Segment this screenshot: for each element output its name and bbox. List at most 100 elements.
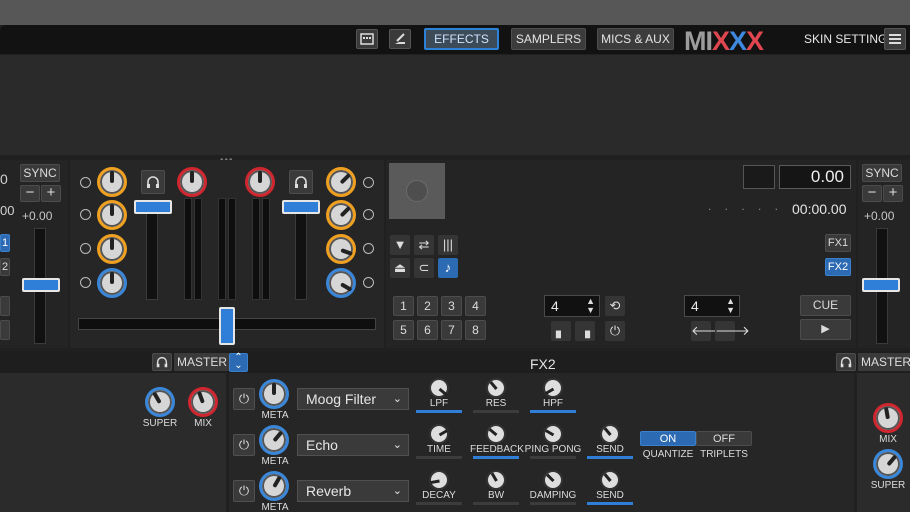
deck-right-fx1-button[interactable]: FX1 <box>825 234 851 252</box>
fx-right-mix-knob[interactable] <box>873 403 903 433</box>
deck-right-play-button[interactable]: ▶ <box>800 319 851 340</box>
hotcue-1-button[interactable]: 1 <box>393 296 414 316</box>
vinyl-control-button[interactable] <box>389 29 411 49</box>
ch2-eq-kill-high[interactable] <box>363 177 374 188</box>
deck-right-beatgrid-button[interactable]: ||| <box>438 235 458 255</box>
deck-right-fx2-button[interactable]: FX2 <box>825 258 851 276</box>
reloop-button[interactable]: ⏻ <box>605 321 625 341</box>
effect2-param-time-knob[interactable] <box>429 424 449 444</box>
deck-right-sync-button[interactable]: SYNC <box>862 164 902 182</box>
deck-left-fx2-button[interactable]: 2 <box>0 258 10 276</box>
fx-left-super-knob[interactable] <box>145 387 175 417</box>
effect3-meta-knob[interactable] <box>259 471 289 501</box>
deck-right-rate-slider-handle[interactable] <box>862 278 900 292</box>
deck-left-fx1-button[interactable]: 1 <box>0 234 10 252</box>
effect3-param-bw-knob[interactable] <box>486 470 506 490</box>
ch1-gain-knob[interactable] <box>97 167 127 197</box>
effects-toggle-button[interactable]: EFFECTS <box>424 28 499 50</box>
effect3-param-decay-link[interactable] <box>416 502 462 505</box>
effect1-param-res-knob[interactable] <box>486 378 506 398</box>
mics-aux-toggle-button[interactable]: MICS & AUX <box>597 28 674 50</box>
effect2-param-send-knob[interactable] <box>600 424 620 444</box>
effect1-param-lpf-knob[interactable] <box>429 378 449 398</box>
deck-left-play-button[interactable] <box>0 320 10 340</box>
loop-size-spinbox[interactable]: 4 ▲ ▼ <box>544 295 600 317</box>
effect2-meta-knob[interactable] <box>259 425 289 455</box>
hotcue-4-button[interactable]: 4 <box>465 296 486 316</box>
ch2-eq-kill-mid[interactable] <box>363 209 374 220</box>
deck-right-repeat-button[interactable]: ⇄ <box>414 235 434 255</box>
deck-right-rate-plus-button[interactable]: + <box>883 185 903 202</box>
effect3-param-send-link[interactable] <box>587 502 633 505</box>
ch2-volume-fader-handle[interactable] <box>282 200 320 214</box>
effect2-param-time-link[interactable] <box>416 456 462 459</box>
hotcue-3-button[interactable]: 3 <box>441 296 462 316</box>
effect2-param-feedback-link[interactable] <box>473 456 519 459</box>
fx-unit-collapse-button[interactable]: ⌃ ⌄ <box>229 353 248 372</box>
hotcue-6-button[interactable]: 6 <box>417 320 438 340</box>
loop-out-button[interactable]: ▗ <box>575 321 595 341</box>
ch1-eq-kill-mid[interactable] <box>80 209 91 220</box>
effect1-selector[interactable]: Moog Filter ⌄ <box>297 388 409 410</box>
ch1-quickeffect-enable[interactable] <box>80 277 91 288</box>
effect3-param-bw-link[interactable] <box>473 502 519 505</box>
deck-left-rate-slider-handle[interactable] <box>22 278 60 292</box>
beatjump-back-button[interactable]: 🡐 <box>691 321 726 341</box>
loop-in-button[interactable]: ▖ <box>551 321 571 341</box>
effect3-param-send-knob[interactable] <box>600 470 620 490</box>
headphone-gain-knob[interactable] <box>245 167 275 197</box>
fx-right-headphone-button[interactable] <box>836 353 856 371</box>
samplers-toggle-button[interactable]: SAMPLERS <box>511 28 586 50</box>
ch2-eq-kill-low[interactable] <box>363 243 374 254</box>
ch1-headphone-button[interactable] <box>141 170 165 194</box>
ch1-eq-kill-low[interactable] <box>80 243 91 254</box>
effect3-param-damping-link[interactable] <box>530 502 576 505</box>
skin-settings-menu-button[interactable] <box>884 28 906 50</box>
deck-left-cue-button[interactable] <box>0 296 10 316</box>
crossfader-handle[interactable] <box>219 307 235 345</box>
ch2-gain-knob[interactable] <box>326 167 356 197</box>
beatjump-forward-button[interactable]: 🡒 <box>715 321 750 341</box>
deck-right-eject-button[interactable]: ⏏ <box>390 258 410 278</box>
hotcue-5-button[interactable]: 5 <box>393 320 414 340</box>
effect2-param-feedback-knob[interactable] <box>486 424 506 444</box>
effect1-param-hpf-link[interactable] <box>530 410 576 413</box>
effect3-selector[interactable]: Reverb ⌄ <box>297 480 409 502</box>
ch1-eq-high-knob[interactable] <box>97 200 127 230</box>
ch2-headphone-button[interactable] <box>289 170 313 194</box>
deck-right-cover-art[interactable] <box>389 163 445 219</box>
hotcue-2-button[interactable]: 2 <box>417 296 438 316</box>
deck-right-rate-minus-button[interactable]: − <box>862 185 882 202</box>
deck-left-sync-button[interactable]: SYNC <box>20 164 60 182</box>
ch1-volume-fader-handle[interactable] <box>134 200 172 214</box>
effect3-param-damping-knob[interactable] <box>543 470 563 490</box>
waveform-area[interactable] <box>0 55 910 155</box>
deck-left-rate-minus-button[interactable]: − <box>20 185 40 202</box>
ch2-eq-mid-knob[interactable] <box>326 234 356 264</box>
deck-right-eject-dropdown-button[interactable]: ▼ <box>390 235 410 255</box>
ch1-volume-fader[interactable] <box>146 210 158 300</box>
deck-right-cue-button[interactable]: CUE <box>800 295 851 316</box>
loop-toggle-button[interactable]: ⟲ <box>605 296 625 316</box>
deck-left-rate-plus-button[interactable]: + <box>41 185 61 202</box>
ch2-quickeffect-enable[interactable] <box>363 277 374 288</box>
library-toggle-button[interactable] <box>356 29 378 49</box>
ch1-eq-mid-knob[interactable] <box>97 234 127 264</box>
master-gain-knob[interactable] <box>177 167 207 197</box>
fx-right-master-button[interactable]: MASTER <box>858 353 910 371</box>
hotcue-8-button[interactable]: 8 <box>465 320 486 340</box>
effect2-param-pingpong-knob[interactable] <box>543 424 563 444</box>
quantize-toggle[interactable]: ON <box>640 431 696 446</box>
ch2-eq-high-knob[interactable] <box>326 200 356 230</box>
beatjump-size-spinbox[interactable]: 4 ▲ ▼ <box>684 295 740 317</box>
effect1-meta-knob[interactable] <box>259 379 289 409</box>
effect3-enable-button[interactable]: ⏻ <box>233 480 255 502</box>
hotcue-7-button[interactable]: 7 <box>441 320 462 340</box>
effect2-param-pingpong-link[interactable] <box>530 456 576 459</box>
fx-left-master-button[interactable]: MASTER <box>174 353 231 371</box>
ch1-eq-kill-high[interactable] <box>80 177 91 188</box>
fx-left-mix-knob[interactable] <box>188 387 218 417</box>
effect2-selector[interactable]: Echo ⌄ <box>297 434 409 456</box>
fx-left-headphone-button[interactable] <box>152 353 172 371</box>
deck-right-slip-button[interactable]: ⊂ <box>414 258 434 278</box>
